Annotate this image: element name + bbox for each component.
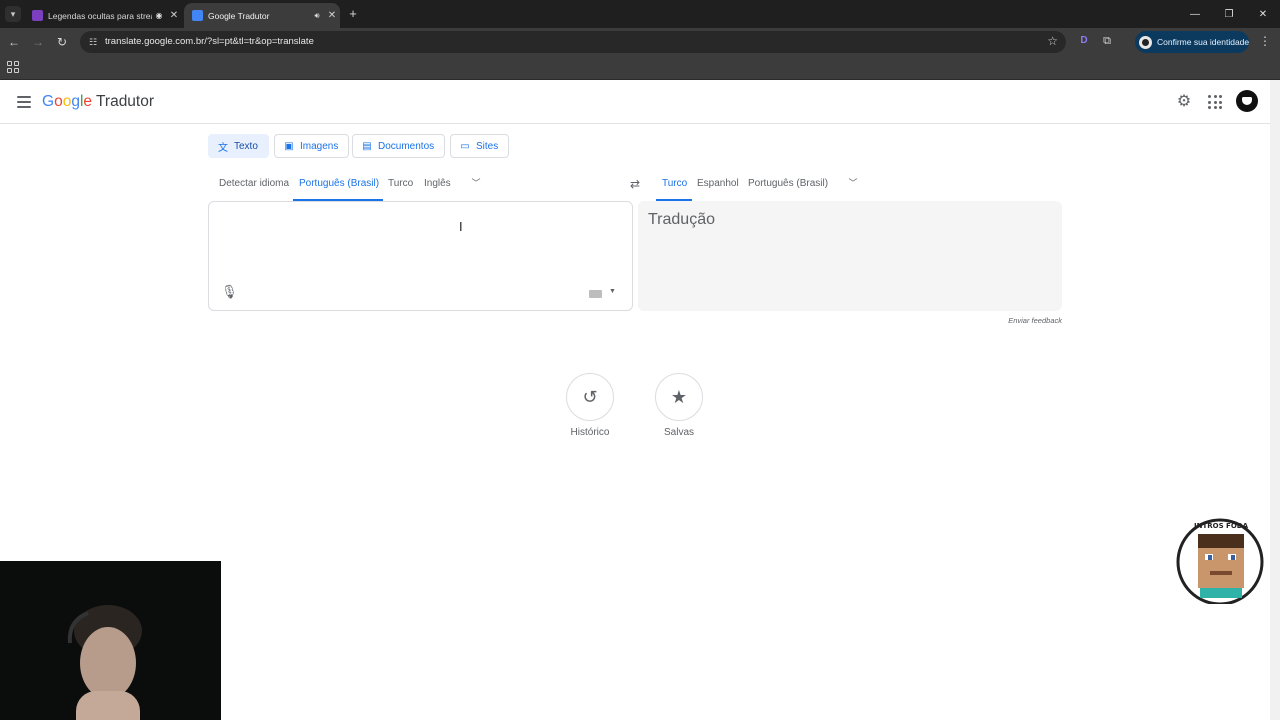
extension-d-icon[interactable]: D [1077,34,1091,48]
tab-sites[interactable]: ▭ Sites [450,134,510,158]
swap-languages-icon[interactable]: ⇄ [627,176,643,192]
restore-icon[interactable]: ❐ [1212,0,1246,28]
bookmark-star-icon[interactable]: ☆ [1047,34,1058,48]
forward-icon[interactable]: → [30,34,46,50]
url-text[interactable]: translate.google.com.br/?sl=pt&tl=tr&op=… [105,36,314,47]
window-controls: — ❐ ✕ [1178,0,1280,28]
browser-tab-streaming-captions[interactable]: Legendas ocultas para strea ◉ ✕ [24,3,182,28]
translate-icon: 文 [218,142,228,154]
source-lang-more-chevron-icon[interactable]: ﹀ [469,176,483,190]
target-lang-spanish[interactable]: Espanhol [697,178,739,189]
tab-favicon [32,10,43,21]
browser-tab-google-translate[interactable]: Google Tradutor 🔊︎ ✕ [184,3,340,28]
translation-placeholder: Tradução [648,211,715,228]
tab-favicon [192,10,203,21]
tab-label: Sites [476,140,499,152]
tab-search-button[interactable]: ▾ [5,6,21,22]
speaker-icon[interactable]: 🔊︎ [310,11,324,21]
profile-avatar [1139,35,1152,49]
keyboard-icon[interactable] [589,290,602,298]
web-icon: ▭ [460,140,470,152]
back-icon[interactable]: ← [6,34,22,50]
sticker-text: INTROS FODA [1194,522,1249,530]
source-lang-turkish[interactable]: Turco [388,178,413,189]
chevron-down-icon: ▾ [10,8,16,19]
document-icon: ▤ [362,140,372,152]
saved-label: Salvas [663,427,694,438]
keyboard-dropdown-icon[interactable]: ▼ [609,288,616,295]
close-tab-icon[interactable]: ✕ [324,10,340,21]
identity-chip-label: Confirme sua identidade [1157,37,1250,47]
source-lang-portuguese[interactable]: Português (Brasil) [299,178,379,189]
google-apps-icon[interactable] [1208,95,1222,109]
bookmarks-bar [0,56,1280,80]
page-scrollbar[interactable] [1270,80,1280,720]
webcam-person-image [67,605,142,720]
tab-title: Google Tradutor [208,10,270,21]
apps-icon[interactable] [7,61,19,73]
history-label: Histórico [570,427,610,438]
saved-button[interactable]: ★ [655,373,703,421]
browser-menu-icon[interactable]: ⋮ [1259,34,1271,48]
account-avatar[interactable] [1236,90,1258,112]
target-lang-portuguese[interactable]: Português (Brasil) [748,178,828,189]
translation-panel: Tradução [638,201,1062,311]
source-lang-english[interactable]: Inglês [424,178,451,189]
source-text-panel: I 🎙︎ ▼ [208,201,633,311]
identity-chip[interactable]: Confirme sua identidade [1135,31,1249,53]
minimize-icon[interactable]: — [1178,0,1212,28]
settings-gear-icon[interactable]: ⚙ [1174,92,1194,112]
tab-title: Legendas ocultas para strea [48,10,152,21]
site-info-icon[interactable]: ☷ [86,35,100,49]
address-bar[interactable]: ☷ translate.google.com.br/?sl=pt&tl=tr&o… [80,31,1066,53]
source-lang-detect[interactable]: Detectar idioma [219,178,289,189]
translate-header: Google Tradutor ⚙ [0,80,1270,124]
recording-icon: ◉ [155,11,163,20]
reload-icon[interactable]: ↻ [54,34,70,50]
tab-text[interactable]: 文 Texto [208,134,269,158]
new-tab-button[interactable]: + [345,6,361,22]
source-text-input[interactable] [221,212,601,282]
tab-label: Documentos [378,140,435,152]
history-icon: ↺ [582,386,598,407]
close-tab-icon[interactable]: ✕ [166,10,182,21]
hamburger-menu-icon[interactable] [17,96,31,108]
tab-images[interactable]: ▣ Imagens [274,134,350,158]
extensions-puzzle-icon[interactable]: ⧉ [1100,34,1114,48]
target-lang-more-chevron-icon[interactable]: ﹀ [846,176,860,190]
star-icon: ★ [670,386,688,407]
history-button[interactable]: ↺ [566,373,614,421]
tab-label: Imagens [300,140,339,152]
close-window-icon[interactable]: ✕ [1246,0,1280,28]
tab-strip: ▾ Legendas ocultas para strea ◉ ✕ Google… [0,0,1280,28]
tab-label: Texto [234,140,258,152]
tab-documents[interactable]: ▤ Documentos [352,134,446,158]
text-cursor-icon: I [459,219,463,234]
google-translate-logo[interactable]: Google Tradutor [42,93,154,111]
webcam-overlay [0,561,221,720]
microphone-icon[interactable]: 🎙︎ [221,284,238,300]
image-icon: ▣ [284,140,294,152]
product-name: Tradutor [96,93,155,110]
streamer-avatar-sticker: INTROS FODA [1176,518,1264,604]
target-lang-turkish[interactable]: Turco [662,178,687,189]
send-feedback-link[interactable]: Enviar feedback [990,316,1062,325]
